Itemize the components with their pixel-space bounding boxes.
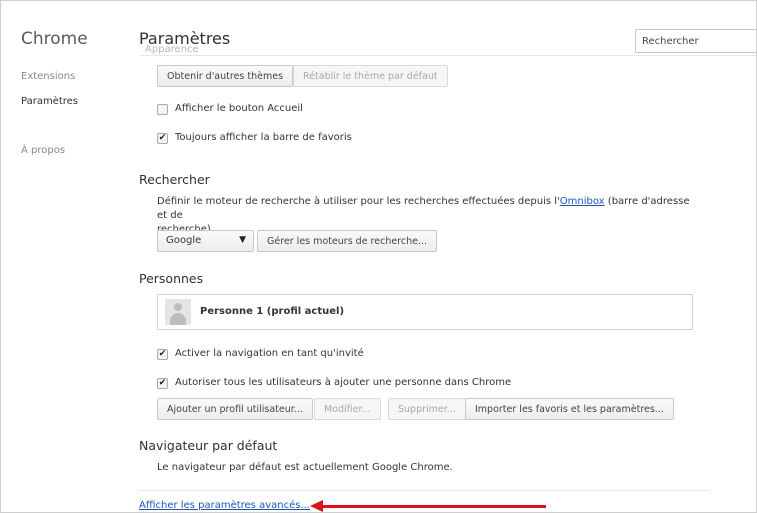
profile-list[interactable]: Personne 1 (profil actuel) bbox=[157, 294, 693, 330]
allow-add-person-label: Autoriser tous les utilisateurs à ajoute… bbox=[175, 377, 512, 388]
search-section-title: Rechercher bbox=[139, 172, 210, 187]
show-home-checkbox[interactable] bbox=[157, 104, 168, 115]
show-bookmarks-label: Toujours afficher la barre de favoris bbox=[175, 132, 352, 143]
allow-add-person-checkbox[interactable] bbox=[157, 378, 168, 389]
default-browser-description: Le navigateur par défaut est actuellemen… bbox=[157, 462, 453, 473]
avatar-icon bbox=[165, 299, 191, 325]
omnibox-link[interactable]: Omnibox bbox=[560, 196, 605, 207]
search-engine-value: Google bbox=[166, 235, 202, 246]
chrome-brand: Chrome bbox=[21, 29, 88, 49]
appearance-heading-partial: Apparence bbox=[145, 44, 199, 55]
manage-search-engines-button[interactable]: Gérer les moteurs de recherche... bbox=[257, 230, 438, 252]
show-bookmarks-checkbox[interactable] bbox=[157, 133, 168, 144]
show-home-label: Afficher le bouton Accueil bbox=[175, 103, 303, 114]
sidebar-item-extensions[interactable]: Extensions bbox=[21, 71, 75, 82]
guest-browsing-label: Activer la navigation en tant qu'invité bbox=[175, 348, 364, 359]
add-profile-button[interactable]: Ajouter un profil utilisateur... bbox=[157, 398, 313, 420]
header-divider bbox=[139, 55, 756, 56]
search-input[interactable] bbox=[635, 29, 756, 53]
import-bookmarks-button[interactable]: Importer les favoris et les paramètres..… bbox=[465, 398, 674, 420]
reset-theme-button[interactable]: Rétablir le thème par défaut bbox=[293, 65, 448, 87]
dropdown-arrow-icon: ▼ bbox=[239, 235, 246, 245]
sidebar-item-about[interactable]: À propos bbox=[21, 145, 65, 156]
guest-browsing-checkbox[interactable] bbox=[157, 349, 168, 360]
default-browser-title: Navigateur par défaut bbox=[139, 438, 278, 453]
chrome-settings-window: Chrome Extensions Paramètres À propos Pa… bbox=[0, 0, 757, 513]
profile-name: Personne 1 (profil actuel) bbox=[200, 306, 345, 317]
sidebar-item-settings[interactable]: Paramètres bbox=[21, 96, 78, 107]
annotation-arrow bbox=[321, 505, 546, 508]
search-desc-text: Définir le moteur de recherche à utilise… bbox=[157, 196, 560, 207]
delete-profile-button[interactable]: Supprimer... bbox=[388, 398, 466, 420]
people-section-title: Personnes bbox=[139, 271, 204, 286]
show-advanced-settings-link[interactable]: Afficher les paramètres avancés... bbox=[139, 500, 310, 511]
footer-divider bbox=[139, 490, 709, 491]
edit-profile-button[interactable]: Modifier... bbox=[314, 398, 381, 420]
search-engine-select[interactable]: Google ▼ bbox=[157, 230, 254, 252]
get-themes-button[interactable]: Obtenir d'autres thèmes bbox=[157, 65, 294, 87]
